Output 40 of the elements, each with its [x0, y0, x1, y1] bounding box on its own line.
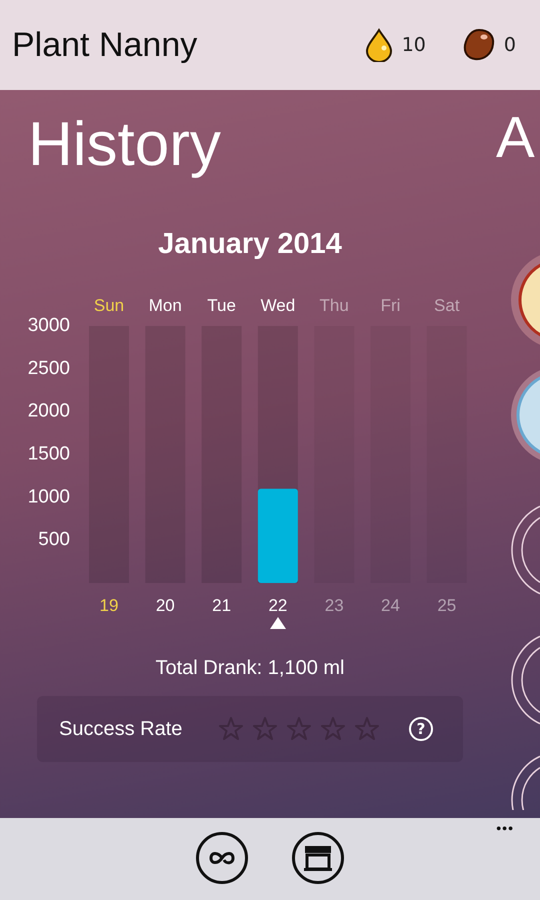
ring-icon: [511, 636, 540, 724]
date-label[interactable]: 21: [212, 596, 232, 614]
month-title: January 2014: [158, 228, 342, 262]
ring-icon: [511, 756, 540, 810]
app-title: Plant Nanny: [12, 26, 198, 64]
day-label: Sat: [434, 296, 460, 316]
date-label[interactable]: 22: [268, 596, 288, 614]
date-label[interactable]: 19: [100, 596, 118, 614]
help-button[interactable]: ?: [409, 717, 433, 742]
day-label: Mon: [148, 296, 182, 316]
shop-icon: [303, 844, 333, 872]
day-label: Fri: [380, 296, 400, 316]
success-rate-label: Success Rate: [59, 718, 184, 741]
day-label: Tue: [207, 296, 236, 316]
axis-tick-label: 2500: [28, 358, 70, 380]
axis-tick-label: 500: [38, 530, 70, 551]
seed-count: 0: [504, 34, 516, 56]
day-label: Thu: [320, 296, 349, 316]
star-icon: [287, 717, 311, 742]
day-label: Wed: [260, 296, 296, 316]
page-title: History: [28, 109, 221, 181]
day-label: Sun: [94, 296, 124, 316]
axis-tick-label: 3000: [28, 315, 70, 336]
shop-button[interactable]: [292, 832, 344, 884]
axis-tick-label: 1000: [28, 486, 70, 508]
ring-icon: [511, 506, 540, 594]
axis-tick-label: 1500: [28, 444, 70, 465]
star-icon: [355, 717, 379, 742]
star-icon: [253, 717, 277, 742]
seed-icon: [462, 28, 496, 62]
date-label[interactable]: 20: [156, 596, 175, 614]
more-button[interactable]: •••: [496, 820, 514, 836]
infinity-button[interactable]: [196, 832, 248, 884]
star-icon: [321, 717, 345, 742]
axis-tick-label: 2000: [28, 401, 70, 422]
drop-count: 10: [402, 34, 426, 56]
next-page-title: A: [496, 104, 535, 171]
star-icon: [219, 717, 243, 742]
total-drank-text: Total Drank: 1,100 ml: [156, 657, 344, 680]
water-drop-icon: [364, 28, 394, 62]
